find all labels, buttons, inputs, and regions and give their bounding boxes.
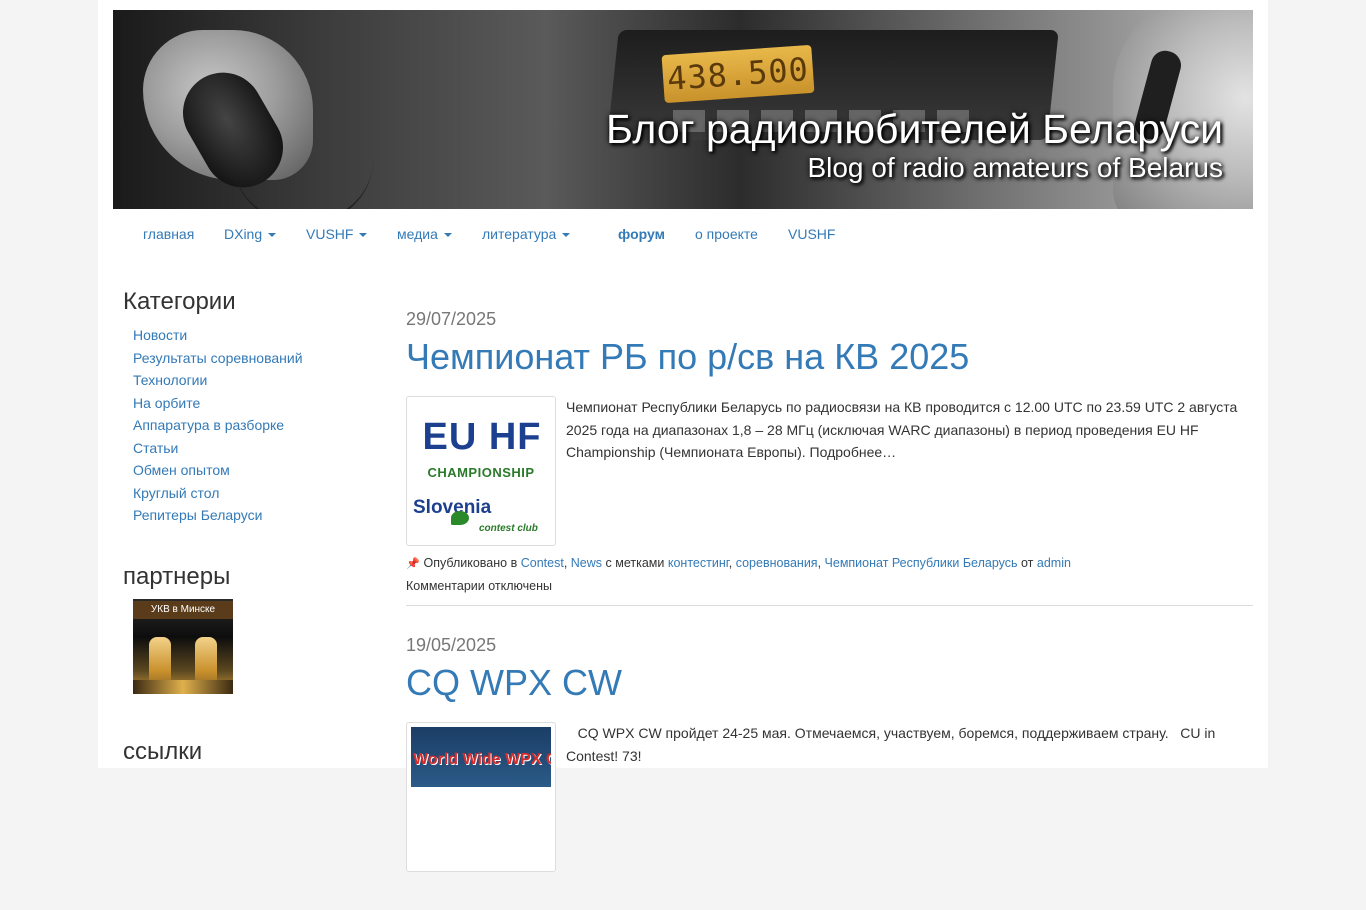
category-link-news-meta[interactable]: News (571, 556, 602, 570)
category-link-news[interactable]: Новости (133, 327, 187, 343)
page-container: 438.500 Блог радиолюбителей Беларуси Blo… (98, 0, 1268, 872)
main-nav: главная DXing VUSHF медиа литература фор… (113, 209, 1253, 259)
links-heading: ссылки (123, 737, 203, 765)
caret-down-icon (268, 233, 277, 238)
logo-line-championship: CHAMPIONSHIP (427, 465, 535, 480)
partner-banner-label: УКВ в Минске (133, 600, 233, 619)
nav-item-home[interactable]: главная (143, 226, 194, 242)
logo-line-contest-club: contest club (479, 523, 538, 534)
leaf-icon (451, 511, 469, 525)
post-title: Чемпионат РБ по р/св на КВ 2025 (406, 336, 1253, 378)
site-title[interactable]: Блог радиолюбителей Беларуси (606, 106, 1223, 153)
posts-column: 29/07/2025 Чемпионат РБ по р/св на КВ 20… (406, 290, 1253, 910)
list-item: Результаты соревнований (133, 347, 383, 370)
partner-banner-ukv-minsk[interactable]: УКВ в Минске (133, 598, 233, 694)
post-body: World Wide WPX Con CQ WPX CW пройдет 24-… (406, 722, 1253, 872)
pushpin-icon: 📌 (406, 558, 420, 570)
category-link-repeaters[interactable]: Репитеры Беларуси (133, 507, 262, 523)
category-link-results[interactable]: Результаты соревнований (133, 350, 303, 366)
nav-item-media[interactable]: медиа (397, 226, 452, 242)
meta-published-in: Опубликовано в (423, 556, 518, 570)
wpx-banner-image: World Wide WPX Con (411, 727, 551, 787)
list-item: Обмен опытом (133, 459, 383, 482)
post-item: 29/07/2025 Чемпионат РБ по р/св на КВ 20… (406, 304, 1253, 606)
comments-status: Комментарии отключены (406, 579, 552, 593)
mic-cord-image (233, 160, 373, 209)
caret-down-icon (562, 233, 571, 238)
nav-item-label: DXing (224, 226, 263, 242)
meta-tags-label: с метками (605, 556, 665, 570)
nav-item-vushf-dropdown[interactable]: VUSHF (306, 226, 368, 242)
caret-down-icon (443, 233, 452, 238)
author-link[interactable]: admin (1037, 556, 1071, 570)
nav-item-label: главная (143, 226, 195, 242)
category-link-orbit[interactable]: На орбите (133, 395, 200, 411)
nav-item-label: медиа (397, 226, 438, 242)
list-item: Новости (133, 324, 383, 347)
post-title: CQ WPX CW (406, 662, 1253, 704)
category-link-hardware[interactable]: Аппаратура в разборке (133, 417, 284, 433)
list-item: Статьи (133, 437, 383, 460)
category-link-articles[interactable]: Статьи (133, 440, 178, 456)
post-thumbnail[interactable]: EU HF CHAMPIONSHIP Slovenia contest club (406, 396, 556, 546)
logo-line-euhf: EU HF (422, 416, 542, 458)
nav-item-label: литература (482, 226, 557, 242)
site-subtitle: Blog of radio amateurs of Belarus (807, 152, 1223, 183)
list-item: На орбите (133, 392, 383, 415)
caret-down-icon (359, 233, 368, 238)
post-date: 19/05/2025 (406, 635, 497, 655)
post-title-link[interactable]: CQ WPX CW (406, 662, 622, 703)
tag-link-competitions[interactable]: соревнования (736, 556, 818, 570)
category-link-contest[interactable]: Contest (521, 556, 564, 570)
post-excerpt: Чемпионат Республики Беларусь по радиосв… (566, 399, 1238, 460)
category-link-roundtable[interactable]: Круглый стол (133, 485, 219, 501)
post-title-link[interactable]: Чемпионат РБ по р/св на КВ 2025 (406, 336, 969, 377)
post-date: 29/07/2025 (406, 309, 497, 329)
nav-item-vushf[interactable]: VUSHF (788, 226, 835, 242)
tag-link-contesting[interactable]: контестинг (668, 556, 729, 570)
road-image (133, 679, 233, 694)
sidebar: Категории Новости Результаты соревновани… (123, 280, 383, 774)
nav-item-dxing[interactable]: DXing (224, 226, 277, 242)
nav-item-label: форум (618, 226, 665, 242)
meta-by: от (1021, 556, 1034, 570)
tag-link-championship-rb[interactable]: Чемпионат Республики Беларусь (825, 556, 1018, 570)
category-link-experience[interactable]: Обмен опытом (133, 462, 230, 478)
list-item: Круглый стол (133, 482, 383, 505)
list-item: Репитеры Беларуси (133, 504, 383, 527)
post-thumbnail[interactable]: World Wide WPX Con (406, 722, 556, 872)
categories-list: Новости Результаты соревнований Технолог… (123, 324, 383, 527)
nav-item-forum[interactable]: форум (618, 226, 665, 242)
category-link-technologies[interactable]: Технологии (133, 372, 207, 388)
partners-heading: партнеры (123, 562, 231, 590)
eu-hf-championship-logo: EU HF CHAMPIONSHIP Slovenia contest club (411, 401, 551, 541)
nav-item-label: VUSHF (306, 226, 354, 242)
post-excerpt: CQ WPX CW пройдет 24-25 мая. Отмечаемся,… (566, 725, 1220, 764)
post-item: 19/05/2025 CQ WPX CW World Wide WPX Con … (406, 630, 1253, 880)
nav-item-label: VUSHF (788, 226, 836, 242)
header-banner[interactable]: 438.500 Блог радиолюбителей Беларуси Blo… (113, 10, 1253, 209)
nav-item-label: о проекте (695, 226, 758, 242)
list-item: Технологии (133, 369, 383, 392)
list-item: Аппаратура в разборке (133, 414, 383, 437)
post-body: EU HF CHAMPIONSHIP Slovenia contest club… (406, 396, 1253, 546)
post-meta: 📌 Опубликовано в Contest, News с метками… (406, 552, 1253, 575)
nav-item-literature[interactable]: литература (482, 226, 571, 242)
categories-heading: Категории (123, 288, 236, 315)
nav-item-about[interactable]: о проекте (695, 226, 758, 242)
wpx-banner-text: World Wide WPX Con (413, 751, 551, 768)
logo-line-slovenia: Slovenia (413, 497, 492, 518)
